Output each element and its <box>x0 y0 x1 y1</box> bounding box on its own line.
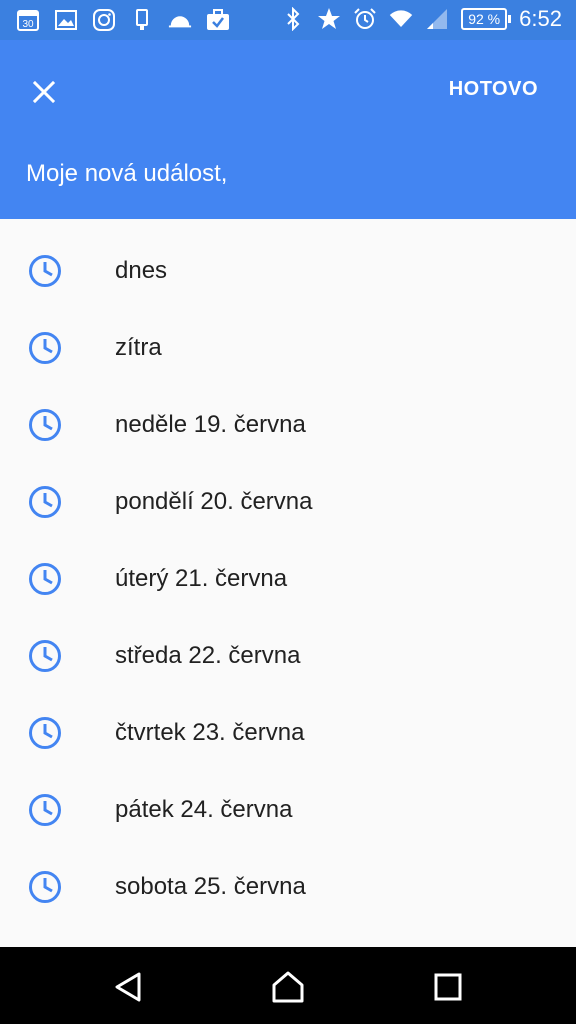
svg-text:30: 30 <box>22 19 34 30</box>
system-icons: 92 % 6:52 <box>281 6 562 32</box>
clock-icon <box>29 793 61 826</box>
bluetooth-icon <box>281 7 305 31</box>
home-icon <box>272 971 304 1003</box>
done-button[interactable]: HOTOVO <box>449 78 538 101</box>
close-icon <box>33 81 55 103</box>
suggestion-label: čtvrtek 23. června <box>115 718 305 746</box>
signal-icon <box>425 7 449 31</box>
back-triangle-icon <box>115 972 141 1002</box>
alarm-icon <box>353 7 377 31</box>
suggestion-label: dnes <box>115 256 168 284</box>
clock-icon <box>29 331 61 364</box>
clock-icon <box>29 870 61 903</box>
navigation-bar <box>0 947 576 1024</box>
clock-icon <box>29 639 61 672</box>
suggestion-label: pondělí 20. června <box>115 487 313 515</box>
suggestion-label: pátek 24. června <box>115 795 293 823</box>
recents-square-icon <box>434 973 462 1001</box>
suggestion-label: zítra <box>115 333 162 361</box>
notification-icons: 30 <box>16 8 230 32</box>
app-bar: HOTOVO Moje nová událost, <box>0 40 576 219</box>
close-button[interactable] <box>22 70 66 114</box>
battery-indicator: 92 % <box>461 8 512 30</box>
status-bar: 30 92 % 6:52 <box>0 0 576 40</box>
suggestion-row[interactable]: pondělí 20. června <box>0 463 576 540</box>
star-icon <box>317 7 341 31</box>
device-notification-icon <box>130 8 154 32</box>
date-suggestion-list: dnes zítra neděle 19. června pondělí 20. če… <box>0 219 576 947</box>
clock-icon <box>29 408 61 441</box>
suggestion-row[interactable]: zítra <box>0 309 576 386</box>
briefcase-check-icon <box>206 8 230 32</box>
event-title[interactable]: Moje nová událost, <box>26 160 227 188</box>
suggestion-row-partial[interactable] <box>0 925 576 947</box>
suggestion-row[interactable]: sobota 25. června <box>0 848 576 925</box>
instagram-icon <box>92 8 116 32</box>
wifi-icon <box>389 7 413 31</box>
suggestion-label: úterý 21. června <box>115 564 288 592</box>
home-button[interactable] <box>268 967 308 1007</box>
suggestion-row[interactable]: středa 22. června <box>0 617 576 694</box>
recents-button[interactable] <box>428 967 468 1007</box>
suggestion-row[interactable]: úterý 21. června <box>0 540 576 617</box>
suggestion-label: středa 22. června <box>115 641 301 669</box>
weather-icon <box>168 8 192 32</box>
suggestion-row[interactable]: čtvrtek 23. června <box>0 694 576 771</box>
back-button[interactable] <box>108 967 148 1007</box>
suggestion-label: neděle 19. června <box>115 410 306 438</box>
suggestion-row[interactable]: pátek 24. června <box>0 771 576 848</box>
calendar-notification-icon: 30 <box>16 8 40 32</box>
status-time: 6:52 <box>519 6 562 31</box>
clock-icon <box>29 562 61 595</box>
clock-icon <box>29 485 61 518</box>
suggestion-label: sobota 25. června <box>115 872 306 900</box>
image-notification-icon <box>54 8 78 32</box>
suggestion-row[interactable]: neděle 19. června <box>0 386 576 463</box>
suggestion-row[interactable]: dnes <box>0 232 576 309</box>
clock-icon <box>29 716 61 749</box>
clock-icon <box>29 254 61 287</box>
